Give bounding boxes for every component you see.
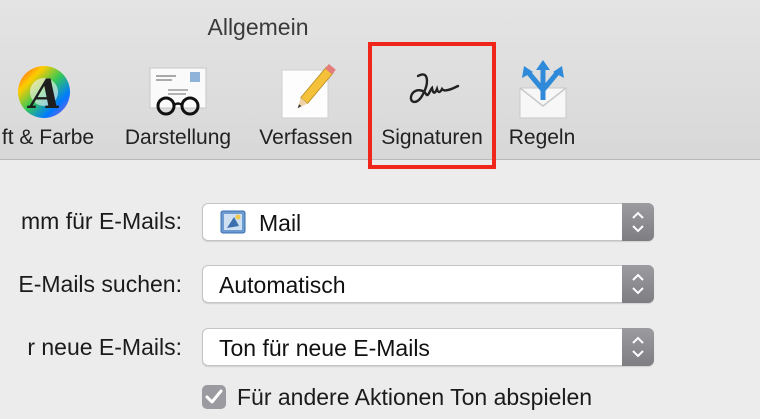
tab-label: Verfassen (259, 126, 353, 149)
stepper-icon[interactable] (622, 203, 654, 241)
font-color-wheel-icon: A (16, 60, 80, 122)
play-sounds-label[interactable]: Für andere Aktionen Ton abspielen (237, 384, 592, 411)
stepper-icon[interactable] (622, 265, 654, 303)
tab-label: ft & Farbe (1, 126, 95, 149)
preferences-toolbar: Allgemein A ft & Farbe Darstellung Verfa… (0, 0, 760, 169)
search-emails-label: E-Mails suchen: (18, 271, 182, 297)
svg-text:A: A (26, 71, 61, 118)
mail-app-icon (219, 208, 247, 236)
default-mail-app-select[interactable]: Mail (202, 203, 654, 241)
rules-envelope-arrows-icon (510, 60, 574, 122)
new-mail-sound-label: r neue E-Mails: (27, 334, 182, 360)
select-value: Automatisch (219, 272, 346, 298)
notepad-pencil-icon (274, 60, 338, 122)
tab-rules[interactable]: Regeln (502, 56, 582, 156)
select-value: Ton für neue E-Mails (219, 335, 430, 361)
play-sounds-checkbox[interactable] (202, 385, 226, 409)
selected-tab-highlight (368, 42, 496, 169)
search-emails-select[interactable]: Automatisch (202, 265, 654, 303)
stepper-icon[interactable] (622, 328, 654, 366)
window-title: Allgemein (207, 14, 309, 40)
default-mail-app-label: mm für E-Mails: (21, 208, 182, 234)
tab-label: Regeln (508, 126, 576, 149)
tab-composing[interactable]: Verfassen (252, 56, 360, 156)
select-value: Mail (259, 210, 302, 236)
new-mail-sound-select[interactable]: Ton für neue E-Mails (202, 328, 654, 366)
tab-fonts-colors[interactable]: A ft & Farbe (0, 56, 104, 156)
envelope-glasses-icon (146, 60, 210, 122)
tab-label: Darstellung (124, 126, 232, 149)
tab-viewing[interactable]: Darstellung (114, 56, 242, 156)
